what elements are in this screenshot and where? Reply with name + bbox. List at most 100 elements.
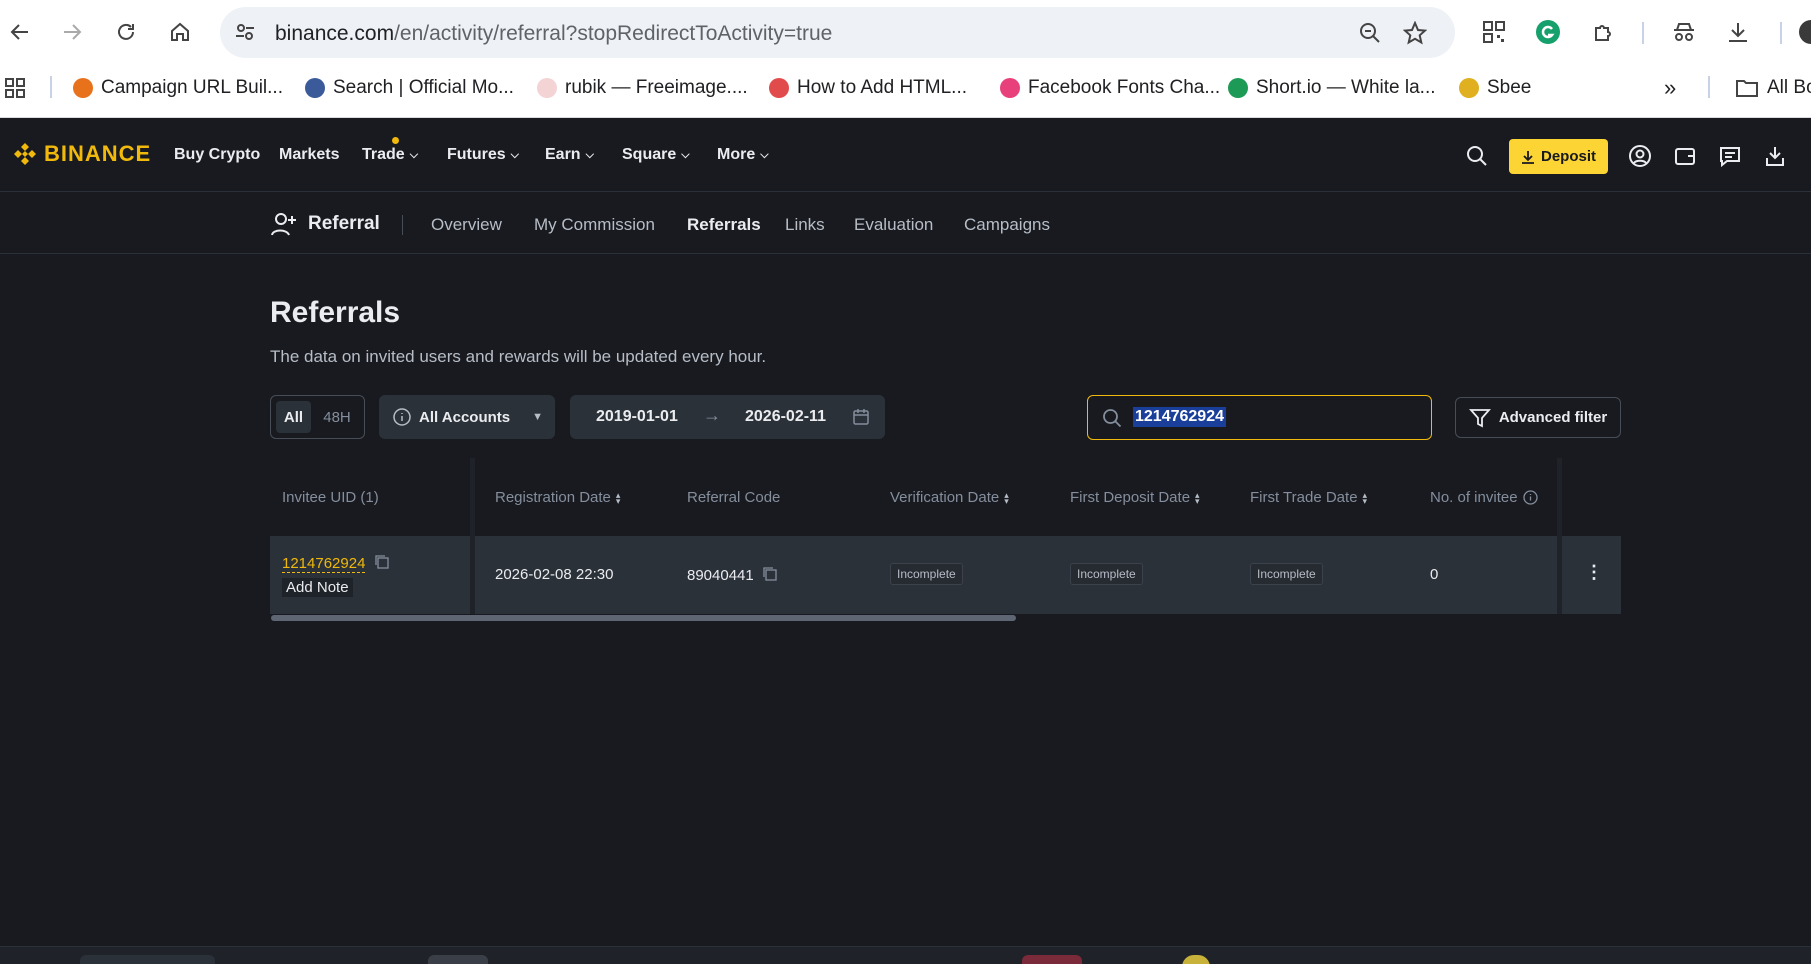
profile-avatar[interactable] xyxy=(1797,18,1811,46)
more-bookmarks-icon[interactable]: » xyxy=(1664,74,1676,102)
tab-campaigns[interactable]: Campaigns xyxy=(964,215,1050,235)
nav-markets[interactable]: Markets xyxy=(279,146,339,164)
copy-icon[interactable] xyxy=(762,566,778,586)
fixed-action-column xyxy=(1557,458,1621,614)
col-first-deposit-date[interactable]: First Deposit Date ▴ ▾ xyxy=(1070,489,1200,506)
bookmark-star-icon[interactable] xyxy=(1402,20,1429,47)
uid-search-input[interactable]: 1214762924 xyxy=(1087,395,1432,440)
grammarly-icon[interactable] xyxy=(1534,18,1562,46)
taskbar-item[interactable] xyxy=(1022,955,1082,964)
date-to[interactable]: 2026-02-11 xyxy=(745,408,826,426)
taskbar-item[interactable] xyxy=(1182,955,1210,964)
tab-links[interactable]: Links xyxy=(785,215,825,235)
page-title: Referrals xyxy=(270,296,401,329)
bookmark-separator xyxy=(50,76,52,98)
binance-logo[interactable]: BINANCE xyxy=(12,141,151,167)
info-icon xyxy=(393,408,411,426)
bookmark-item[interactable]: Search | Official Mo... xyxy=(305,74,514,102)
col-first-trade-date[interactable]: First Trade Date ▴ ▾ xyxy=(1250,489,1367,506)
reload-icon[interactable] xyxy=(108,14,144,50)
accounts-select[interactable]: All Accounts ▼ xyxy=(379,395,555,439)
time-range-toggle: All 48H xyxy=(270,395,365,439)
search-value: 1214762924 xyxy=(1133,407,1226,427)
nav-futures[interactable]: Futures ⌵ xyxy=(447,146,519,164)
notification-dot xyxy=(392,137,399,144)
forward-icon[interactable] xyxy=(54,14,90,50)
horizontal-scrollbar[interactable] xyxy=(271,615,1016,621)
nav-trade[interactable]: Trade ⌵ xyxy=(362,137,418,164)
add-user-icon xyxy=(271,213,296,236)
apps-grid-icon[interactable] xyxy=(4,74,26,102)
fixed-column-divider xyxy=(270,458,475,614)
bookmark-favicon-icon xyxy=(1000,78,1020,98)
sort-icon: ▴ ▾ xyxy=(1004,489,1009,506)
referral-code-cell: 89040441 xyxy=(687,566,778,586)
bookmark-favicon-icon xyxy=(305,78,325,98)
date-range-picker[interactable]: 2019-01-01 → 2026-02-11 xyxy=(570,395,885,439)
bookmark-favicon-icon xyxy=(1459,78,1479,98)
nav-square[interactable]: Square ⌵ xyxy=(622,146,690,164)
extensions-icon[interactable] xyxy=(1590,18,1618,46)
download-app-icon[interactable] xyxy=(1762,143,1788,169)
chevron-down-icon: ⌵ xyxy=(681,148,690,161)
download-icon[interactable] xyxy=(1724,18,1752,46)
binance-logo-icon xyxy=(14,143,36,165)
browser-toolbar: binance.com/en/activity/referral?stopRed… xyxy=(0,0,1811,118)
tab-overview[interactable]: Overview xyxy=(431,215,502,235)
page-description: The data on invited users and rewards wi… xyxy=(270,347,767,366)
referrals-table: Invitee UID (1) Registration Date ▴ ▾ Refe… xyxy=(270,458,1621,621)
nav-earn[interactable]: Earn ⌵ xyxy=(545,146,594,164)
col-registration-date[interactable]: Registration Date ▴ ▾ xyxy=(495,489,620,506)
col-referral-code: Referral Code xyxy=(687,489,781,506)
tab-referrals[interactable]: Referrals xyxy=(687,215,761,235)
search-icon[interactable] xyxy=(1464,143,1490,169)
taskbar xyxy=(0,946,1811,964)
tab-my-commission[interactable]: My Commission xyxy=(534,215,655,235)
referral-title: Referral xyxy=(270,211,380,237)
bookmark-favicon-icon xyxy=(769,78,789,98)
deposit-button[interactable]: Deposit xyxy=(1509,139,1608,174)
col-verification-date[interactable]: Verification Date ▴ ▾ xyxy=(890,489,1009,506)
bookmark-favicon-icon xyxy=(537,78,557,98)
bookmark-item[interactable]: rubik — Freeimage.... xyxy=(537,74,748,102)
filter-icon xyxy=(1468,408,1491,427)
zoom-icon[interactable] xyxy=(1358,21,1384,47)
taskbar-item[interactable] xyxy=(80,955,215,964)
wallet-icon[interactable] xyxy=(1672,143,1698,169)
nav-more[interactable]: More ⌵ xyxy=(717,146,769,164)
sort-icon: ▴ ▾ xyxy=(1195,489,1200,506)
calendar-icon[interactable] xyxy=(852,408,870,431)
sort-icon: ▴ ▾ xyxy=(1362,489,1368,506)
date-from[interactable]: 2019-01-01 xyxy=(596,408,678,426)
chevron-down-icon: ⌵ xyxy=(585,148,594,161)
tab-evaluation[interactable]: Evaluation xyxy=(854,215,933,235)
back-icon[interactable] xyxy=(2,14,38,50)
taskbar-item[interactable] xyxy=(428,955,488,964)
bookmark-item[interactable]: Short.io — White la... xyxy=(1228,74,1436,102)
url-text: binance.com/en/activity/referral?stopRed… xyxy=(275,22,833,45)
bookmark-item[interactable]: Sbee xyxy=(1459,74,1531,102)
advanced-filter-button[interactable]: Advanced filter xyxy=(1455,397,1621,438)
bookmark-item[interactable]: How to Add HTML... xyxy=(769,74,967,102)
site-header: BINANCE Buy Crypto Markets Trade ⌵ Future… xyxy=(0,119,1811,192)
bookmark-separator xyxy=(1708,76,1710,98)
qr-code-icon[interactable] xyxy=(1480,18,1508,46)
range-48h-option[interactable]: 48H xyxy=(315,401,359,433)
home-icon[interactable] xyxy=(162,14,198,50)
bookmark-item[interactable]: Facebook Fonts Cha... xyxy=(1000,74,1220,102)
messages-icon[interactable] xyxy=(1717,143,1743,169)
bookmark-favicon-icon xyxy=(1228,78,1248,98)
user-icon[interactable] xyxy=(1627,143,1653,169)
info-icon[interactable] xyxy=(1522,490,1538,505)
chevron-down-icon: ⌵ xyxy=(760,148,769,161)
bookmark-item[interactable]: Campaign URL Buil... xyxy=(73,74,283,102)
bookmark-favicon-icon xyxy=(73,78,93,98)
all-bookmarks-folder[interactable]: All Bo xyxy=(1735,74,1811,102)
nav-buy-crypto[interactable]: Buy Crypto xyxy=(174,146,260,164)
subnav-separator xyxy=(402,215,403,235)
range-all-option[interactable]: All xyxy=(276,401,311,433)
site-info-icon[interactable] xyxy=(234,21,256,48)
registration-date-cell: 2026-02-08 22:30 xyxy=(495,566,614,583)
incognito-icon[interactable] xyxy=(1670,18,1698,46)
address-bar[interactable]: binance.com/en/activity/referral?stopRed… xyxy=(220,7,1455,58)
